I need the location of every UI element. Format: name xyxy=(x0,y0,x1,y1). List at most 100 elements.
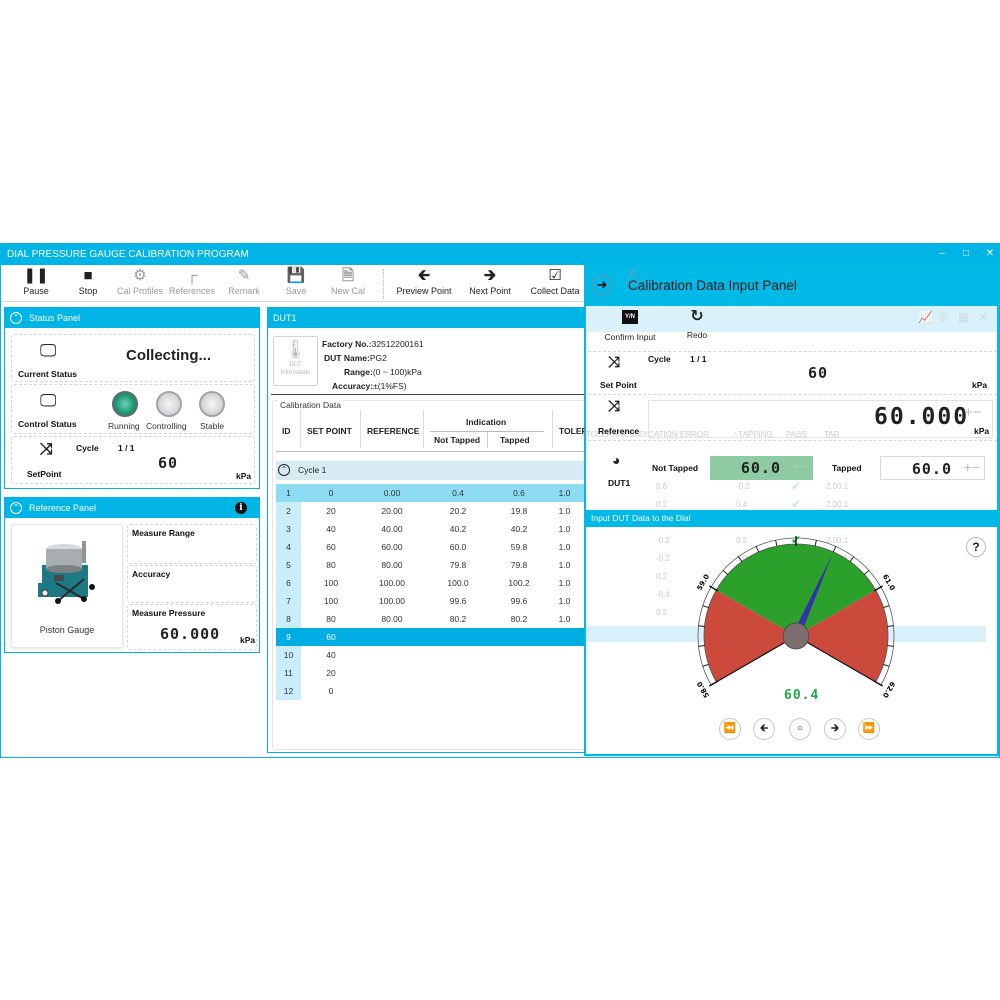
plus-minus-toggle[interactable]: +− xyxy=(964,404,982,421)
minor-tick xyxy=(883,664,890,667)
shuffle-icon: ⤨ xyxy=(608,354,621,371)
window-title: DIAL PRESSURE GAUGE CALIBRATION PROGRAM xyxy=(7,249,249,260)
stop-button[interactable]: ■ Stop xyxy=(68,265,108,302)
monitor-icon: 🖵 xyxy=(40,341,57,360)
grid-icon[interactable]: ▦ xyxy=(958,310,969,324)
cell-not-tapped: 60.0 xyxy=(449,542,467,552)
cell-set-point: 40 xyxy=(326,524,336,534)
minor-tick xyxy=(814,540,817,547)
fast-backward-button[interactable]: ⏪ xyxy=(719,718,741,740)
table-row[interactable]: 3 40 40.00 40.2 40.2 1.0 xyxy=(276,520,584,539)
cycle-group-header[interactable]: ⌃ Cycle 1 xyxy=(276,461,584,480)
current-status-label: Current Status xyxy=(18,369,78,379)
cell-set-point: 0 xyxy=(328,686,334,696)
arrow-right-icon: 🡲 xyxy=(483,267,497,284)
dut-range: Range:(0 ~ 100)kPa xyxy=(344,367,422,377)
back-arrow-button[interactable]: ➜ xyxy=(592,275,612,295)
step-backward-button[interactable]: 🡰 xyxy=(753,718,775,740)
minor-tick xyxy=(887,645,894,647)
shuffle-icon: ⤨ xyxy=(40,441,53,458)
redo-button[interactable]: ↻ Redo xyxy=(682,308,712,340)
table-row[interactable]: 9 60 xyxy=(276,628,584,647)
plus-minus-toggle[interactable]: +− xyxy=(793,458,809,474)
collect-data-button[interactable]: ☑ Collect Data xyxy=(527,265,583,302)
preview-point-button[interactable]: 🡰 Preview Point xyxy=(393,265,455,302)
column-header-set-point[interactable]: SET POINT xyxy=(307,426,352,436)
step-forward-button[interactable]: 🡲 xyxy=(824,718,846,740)
cell-set-point: 20 xyxy=(326,506,336,516)
tapped-input[interactable]: 60.0 +− xyxy=(880,456,985,480)
header-divider xyxy=(276,451,584,452)
column-header-not-tapped[interactable]: Not Tapped xyxy=(434,435,480,445)
ruler-icon: ┌ xyxy=(186,267,198,284)
next-point-button[interactable]: 🡲 Next Point xyxy=(466,265,514,302)
column-header-reference[interactable]: REFERENCE xyxy=(367,426,419,436)
confirm-input-button[interactable]: Y/N Confirm Input xyxy=(600,310,660,342)
stop-icon: ■ xyxy=(83,267,93,284)
help-button[interactable]: ? xyxy=(966,537,986,557)
divider xyxy=(588,351,997,352)
control-status-box: 🖵 Control Status Running Controlling Sta… xyxy=(11,384,255,434)
table-row[interactable]: 1 0 0.00 0.4 0.6 1.0 xyxy=(276,484,584,503)
table-row[interactable]: 10 40 xyxy=(276,646,584,665)
set-point-label: Set Point xyxy=(600,380,637,390)
status-panel-title: Status Panel xyxy=(29,313,81,323)
close-icon[interactable]: ✕ xyxy=(978,310,988,324)
running-indicator xyxy=(112,391,138,417)
collapse-icon[interactable]: ⌃ xyxy=(10,502,22,514)
cal-profiles-button[interactable]: ⚙ Cal Profiles xyxy=(114,265,166,302)
table-row[interactable]: 12 0 xyxy=(276,682,584,701)
reset-button[interactable]: ○ xyxy=(789,718,811,740)
column-header-id[interactable]: ID xyxy=(282,426,291,436)
collapse-icon[interactable]: ⌃ xyxy=(278,464,290,476)
row-id: 3 xyxy=(276,520,301,539)
column-header-tapped[interactable]: Tapped xyxy=(500,435,530,445)
maximize-button[interactable]: □ xyxy=(959,248,973,260)
cell-tolerance: 1.0 xyxy=(558,506,571,516)
ghost-tar: 2.00:1 xyxy=(826,500,849,509)
remark-button[interactable]: ✎ Remark xyxy=(223,265,265,302)
plus-minus-toggle[interactable]: +− xyxy=(964,459,980,475)
save-button[interactable]: 💾 Save xyxy=(276,265,316,302)
accuracy-box: Accuracy xyxy=(127,565,257,603)
measure-pressure-unit: kPa xyxy=(240,635,256,645)
note-icon: ✎ xyxy=(237,267,251,284)
chart-icon[interactable]: 📈 xyxy=(918,310,933,324)
cell-tapped: 99.6 xyxy=(510,596,528,606)
fast-forward-button[interactable]: ⏩ xyxy=(858,718,880,740)
table-row[interactable]: 5 80 80.00 79.8 79.8 1.0 xyxy=(276,556,584,575)
table-row[interactable]: 6 100 100.00 100.0 100.2 1.0 xyxy=(276,574,584,593)
dut-information-button[interactable]: 🌡 DUT Information xyxy=(273,336,318,386)
cycle-value: 1 / 1 xyxy=(118,443,135,453)
table-row[interactable]: 4 60 60.00 60.0 59.8 1.0 xyxy=(276,538,584,557)
minor-tick xyxy=(864,570,870,575)
not-tapped-input[interactable]: 60.0 +− xyxy=(710,456,813,480)
table-row[interactable]: 7 100 100.00 99.6 99.6 1.0 xyxy=(276,592,584,611)
collapse-icon[interactable]: ⌃ xyxy=(10,312,22,324)
references-button[interactable]: ┌ References xyxy=(167,265,217,302)
table-row[interactable]: 8 80 80.00 80.2 80.2 1.0 xyxy=(276,610,584,629)
pause-button[interactable]: ❚❚ Pause xyxy=(16,265,56,302)
info-icon[interactable]: i xyxy=(235,502,247,514)
setpoint-label: SetPoint xyxy=(27,469,62,479)
settings-icon[interactable]: ⚙ xyxy=(938,310,949,324)
dial-gauge[interactable]: 58.0 59.0 60.0 61.0 62.0 xyxy=(691,531,901,711)
controlling-indicator xyxy=(156,391,182,417)
setpoint-unit: kPa xyxy=(236,471,252,481)
table-row[interactable]: 2 20 20.00 20.2 19.8 1.0 xyxy=(276,502,584,521)
cell-reference: 80.00 xyxy=(381,560,403,570)
reference-device-card[interactable]: Piston Gauge xyxy=(11,524,123,648)
column-divider xyxy=(360,410,361,448)
row-id: 1 xyxy=(276,484,301,503)
minimize-button[interactable]: – xyxy=(935,248,949,260)
cell-tapped: 100.2 xyxy=(508,578,530,588)
cell-not-tapped: 99.6 xyxy=(449,596,467,606)
column-header-tolerance[interactable]: TOLERANCE xyxy=(559,426,585,436)
close-window-button[interactable]: ✕ xyxy=(983,248,997,260)
cell-not-tapped: 80.2 xyxy=(449,614,467,624)
cell-tolerance: 1.0 xyxy=(558,488,571,498)
table-row[interactable]: 11 20 xyxy=(276,664,584,683)
column-header-indication[interactable]: Indication xyxy=(466,417,506,427)
new-cal-button[interactable]: 🗎 New Cal xyxy=(326,265,370,302)
row-id: 7 xyxy=(276,592,301,611)
